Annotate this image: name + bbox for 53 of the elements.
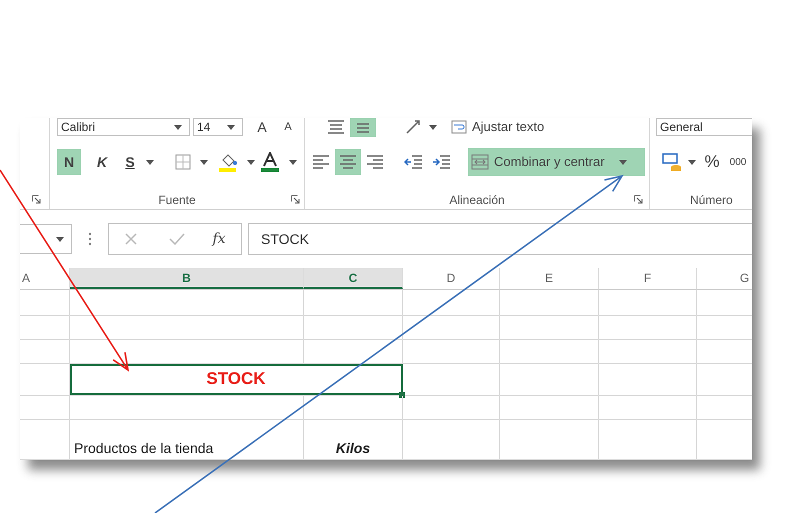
currency-icon[interactable] (662, 152, 682, 172)
column-header[interactable]: B (70, 268, 304, 289)
caret-icon[interactable] (174, 124, 182, 130)
caret-icon[interactable] (247, 160, 255, 164)
shrink-font-button[interactable]: A (276, 118, 300, 136)
thousands-button[interactable]: 000 (726, 149, 750, 175)
font-size-field[interactable]: 14 (193, 118, 243, 136)
insert-function-button[interactable]: fx (207, 226, 231, 252)
dialog-launcher-icon[interactable] (634, 195, 643, 204)
formula-field[interactable]: STOCK (248, 223, 752, 255)
group-label: Número (690, 193, 733, 207)
column-header[interactable]: F (599, 268, 697, 289)
caret-icon[interactable] (289, 160, 297, 164)
fill-color-icon[interactable] (218, 152, 238, 172)
font-name-field[interactable]: Calibri (57, 118, 190, 136)
caret-icon[interactable] (688, 160, 696, 164)
group-label: Alineación (449, 193, 505, 207)
increase-indent-icon[interactable] (432, 154, 452, 170)
column-header[interactable]: C (304, 268, 403, 289)
merge-cells-icon (471, 154, 489, 170)
italic-button[interactable]: K (90, 149, 114, 175)
caret-icon (618, 160, 627, 164)
percent-button[interactable]: % (700, 149, 724, 175)
more-options-icon[interactable] (88, 232, 92, 246)
grow-font-button[interactable]: A (250, 118, 274, 136)
align-center-button[interactable] (335, 149, 361, 175)
dialog-launcher-icon[interactable] (291, 195, 300, 204)
align-middle-button[interactable] (350, 118, 376, 137)
caret-icon[interactable] (146, 160, 154, 164)
column-header[interactable]: G (697, 268, 752, 289)
caret-icon[interactable] (227, 124, 235, 130)
table-cell-text: Kilos (336, 439, 370, 458)
underline-button[interactable]: S (118, 149, 142, 175)
name-box[interactable] (20, 224, 72, 254)
caret-icon[interactable] (56, 236, 64, 242)
orientation-icon[interactable] (405, 119, 423, 135)
font-color-icon[interactable] (260, 152, 280, 172)
caret-icon[interactable] (429, 124, 437, 130)
merged-cell[interactable]: STOCK (70, 364, 403, 395)
decrease-indent-icon[interactable] (404, 154, 424, 170)
group-label: Fuente (158, 193, 196, 207)
borders-icon[interactable] (175, 154, 191, 170)
merge-center-button[interactable]: Combinar y centrar (468, 148, 645, 176)
fill-handle[interactable] (399, 392, 405, 398)
table-cell-text: Productos de la tienda (73, 439, 214, 458)
dialog-launcher-icon[interactable] (32, 195, 41, 204)
align-top-icon (326, 118, 346, 136)
number-format-field[interactable]: General (656, 118, 752, 136)
wrap-text-button[interactable]: Ajustar texto (448, 118, 548, 136)
column-header[interactable]: E (500, 268, 599, 289)
bold-button[interactable]: N (57, 149, 81, 175)
column-header[interactable]: D (403, 268, 500, 289)
caret-icon[interactable] (200, 160, 208, 164)
